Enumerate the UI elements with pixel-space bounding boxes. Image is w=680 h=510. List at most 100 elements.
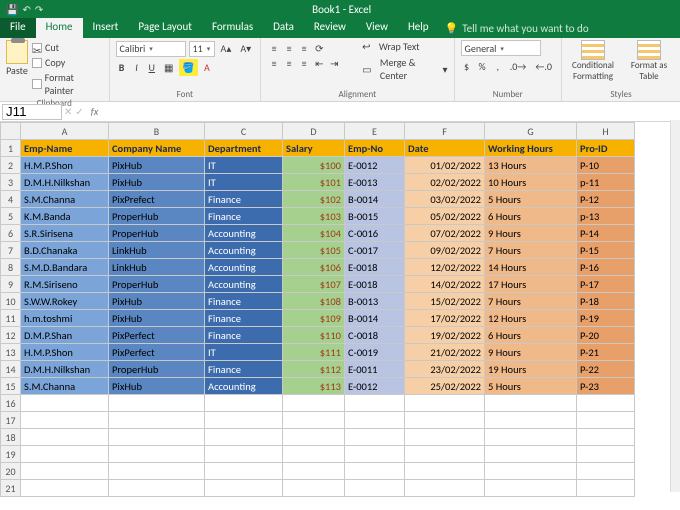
cell[interactable]: 01/02/2022 (405, 157, 485, 174)
cell[interactable]: h.m.toshmi (21, 310, 109, 327)
tab-help[interactable]: Help (398, 18, 439, 38)
cell[interactable]: $100 (283, 157, 345, 174)
cell[interactable]: P-12 (577, 191, 635, 208)
cell[interactable]: ProperHub (109, 208, 205, 225)
header-cell[interactable]: Department (205, 140, 283, 157)
cell[interactable]: PixHub (109, 293, 205, 310)
cell[interactable] (205, 480, 283, 497)
align-bottom-button[interactable]: ≡ (297, 40, 311, 54)
cell[interactable] (577, 480, 635, 497)
cell[interactable]: P-14 (577, 225, 635, 242)
save-icon[interactable]: 💾 (6, 3, 18, 16)
row-header[interactable]: 20 (1, 463, 21, 480)
cell[interactable] (405, 395, 485, 412)
cell[interactable]: P-10 (577, 157, 635, 174)
tab-review[interactable]: Review (304, 18, 356, 38)
cell[interactable] (283, 412, 345, 429)
cell[interactable]: S.W.W.Rokey (21, 293, 109, 310)
fx-icon[interactable]: fx (91, 105, 98, 118)
format-as-table-button[interactable]: Format as Table (624, 40, 674, 82)
cell[interactable] (485, 480, 577, 497)
cell[interactable]: P-21 (577, 344, 635, 361)
cell[interactable] (109, 446, 205, 463)
cell[interactable]: B-0015 (345, 208, 405, 225)
cell[interactable]: E-0013 (345, 174, 405, 191)
column-header[interactable]: H (577, 123, 635, 140)
merge-center-button[interactable]: ▭ Merge & Center ▾ (362, 56, 447, 82)
cell[interactable]: $101 (283, 174, 345, 191)
cell[interactable] (345, 480, 405, 497)
row-header[interactable]: 12 (1, 327, 21, 344)
cell[interactable]: $112 (283, 361, 345, 378)
align-top-button[interactable]: ≡ (267, 40, 281, 54)
row-header[interactable]: 19 (1, 446, 21, 463)
column-header[interactable]: C (205, 123, 283, 140)
align-center-button[interactable]: ≡ (282, 55, 296, 69)
cell[interactable] (577, 463, 635, 480)
cell[interactable] (21, 429, 109, 446)
column-header[interactable]: D (283, 123, 345, 140)
cell[interactable]: LinkHub (109, 259, 205, 276)
cell[interactable]: P-20 (577, 327, 635, 344)
cell[interactable]: 14 Hours (485, 259, 577, 276)
cell[interactable]: E-0018 (345, 259, 405, 276)
cell[interactable] (205, 463, 283, 480)
cell[interactable]: 13 Hours (485, 157, 577, 174)
border-button[interactable]: ▦ (161, 59, 176, 76)
align-right-button[interactable]: ≡ (297, 55, 311, 69)
tab-view[interactable]: View (356, 18, 398, 38)
cell[interactable]: Finance (205, 191, 283, 208)
cell[interactable]: B-0013 (345, 293, 405, 310)
cell[interactable]: Accounting (205, 225, 283, 242)
cell[interactable]: PixPerfect (109, 327, 205, 344)
cell[interactable]: C-0017 (345, 242, 405, 259)
column-header[interactable]: A (21, 123, 109, 140)
select-all-corner[interactable] (1, 123, 21, 140)
cell[interactable]: E-0011 (345, 361, 405, 378)
cell[interactable]: PixHub (109, 378, 205, 395)
font-name-combo[interactable]: Calibri▾ (116, 41, 186, 57)
cell[interactable]: PixPrefect (109, 191, 205, 208)
name-box[interactable] (2, 104, 62, 120)
font-color-button[interactable]: A (201, 59, 213, 76)
shrink-font-button[interactable]: A▾ (237, 40, 254, 57)
row-header[interactable]: 5 (1, 208, 21, 225)
cell[interactable]: Finance (205, 361, 283, 378)
cell[interactable]: C-0018 (345, 327, 405, 344)
cell[interactable] (109, 463, 205, 480)
cell[interactable]: 7 Hours (485, 293, 577, 310)
cell[interactable]: 02/02/2022 (405, 174, 485, 191)
cell[interactable]: D.M.P.Shan (21, 327, 109, 344)
cell[interactable]: 17 Hours (485, 276, 577, 293)
cell[interactable]: Finance (205, 310, 283, 327)
cell[interactable] (21, 480, 109, 497)
cell[interactable] (21, 395, 109, 412)
comma-button[interactable]: , (492, 58, 504, 75)
row-header[interactable]: 2 (1, 157, 21, 174)
cell[interactable] (109, 395, 205, 412)
tab-page-layout[interactable]: Page Layout (128, 18, 202, 38)
cell[interactable] (485, 395, 577, 412)
cell[interactable]: P-17 (577, 276, 635, 293)
cell[interactable]: PixHub (109, 157, 205, 174)
column-header[interactable]: E (345, 123, 405, 140)
tab-data[interactable]: Data (263, 18, 304, 38)
row-header[interactable]: 3 (1, 174, 21, 191)
cell[interactable]: ProperHub (109, 361, 205, 378)
row-header[interactable]: 10 (1, 293, 21, 310)
copy-button[interactable]: Copy (32, 55, 103, 70)
cell[interactable]: S.M.Channa (21, 378, 109, 395)
cell[interactable]: P-23 (577, 378, 635, 395)
cell[interactable]: S.R.Sirisena (21, 225, 109, 242)
cell[interactable] (345, 463, 405, 480)
cell[interactable] (405, 480, 485, 497)
column-header[interactable]: B (109, 123, 205, 140)
cell[interactable]: $102 (283, 191, 345, 208)
cell[interactable]: D.M.H.Nilkshan (21, 174, 109, 191)
outdent-button[interactable]: ⇤ (312, 55, 326, 69)
underline-button[interactable]: U (146, 59, 158, 76)
cell[interactable]: 03/02/2022 (405, 191, 485, 208)
cell[interactable]: P-18 (577, 293, 635, 310)
cell[interactable]: ProperHub (109, 225, 205, 242)
cell[interactable] (577, 446, 635, 463)
